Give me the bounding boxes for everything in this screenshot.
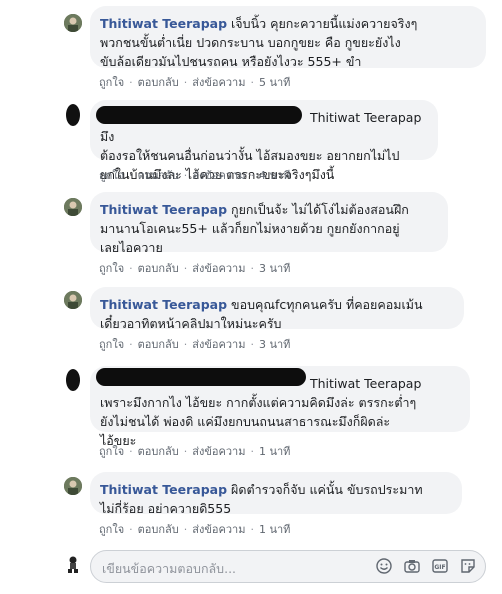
like-link[interactable]: ถูกใจ	[99, 523, 124, 536]
avatar[interactable]	[64, 477, 82, 495]
reply-placeholder: เขียนข้อความตอบกลับ...	[102, 561, 237, 576]
reply-link[interactable]: ตอบกลับ	[138, 338, 179, 351]
comment-actions: ถูกใจ · ตอบกลับ · ส่งข้อความ · 5 นาที	[99, 76, 291, 89]
avatar[interactable]	[64, 291, 82, 309]
like-link[interactable]: ถูกใจ	[99, 445, 124, 458]
avatar[interactable]	[66, 104, 80, 126]
timestamp[interactable]: 5 นาที	[259, 76, 290, 89]
comment-mention[interactable]: Thitiwat Teerapap	[310, 376, 421, 391]
timestamp[interactable]: 4 นาที	[259, 169, 290, 182]
composer-avatar	[64, 555, 82, 573]
comment-actions: ถูกใจ · ตอบกลับ · ส่งข้อความ · 1 นาที	[99, 445, 291, 458]
avatar[interactable]	[66, 369, 80, 391]
emoji-icon[interactable]	[376, 558, 392, 574]
like-link[interactable]: ถูกใจ	[99, 262, 124, 275]
comment-text: เดี๋ยวอาทิตหน้าคลิปมาใหม่นะครับ	[100, 316, 282, 331]
message-link[interactable]: ส่งข้อความ	[192, 262, 245, 275]
comment-actions: ถูกใจ · ตอบกลับ · ส่งข้อความ · 1 นาที	[99, 523, 291, 536]
comment-text: มานานโอเคนะ55+ แล้วก็ยกไม่หงายด้วย กูยกย…	[100, 221, 400, 236]
message-link[interactable]: ส่งข้อความ	[192, 169, 245, 182]
comment-text: ขอบคุณfcทุกคนครับ ที่คอยคอมเม้น	[231, 297, 423, 312]
reply-link[interactable]: ตอบกลับ	[138, 262, 179, 275]
svg-text:GIF: GIF	[434, 564, 445, 571]
reply-link[interactable]: ตอบกลับ	[138, 169, 179, 182]
like-link[interactable]: ถูกใจ	[99, 76, 124, 89]
comment-bubble: Thitiwat Teerapap กูยกเป็นจ้ะ ไม่ได้โง่ไ…	[90, 192, 448, 255]
timestamp[interactable]: 3 นาที	[259, 262, 290, 275]
avatar[interactable]	[64, 198, 82, 216]
comment-bubble: Thitiwat Teerapap เจ็บนิ้ว คุยกะควายนี้แ…	[90, 6, 486, 69]
comment-actions: ถูกใจ · ตอบกลับ · ส่งข้อความ · 3 นาที	[99, 338, 291, 351]
message-link[interactable]: ส่งข้อความ	[192, 445, 245, 458]
comment-text: กูยกเป็นจ้ะ ไม่ได้โง่ไม่ต้องสอนฝึก	[231, 202, 409, 217]
message-link[interactable]: ส่งข้อความ	[192, 338, 245, 351]
message-link[interactable]: ส่งข้อความ	[192, 523, 245, 536]
gif-icon[interactable]: GIF	[432, 558, 448, 574]
message-link[interactable]: ส่งข้อความ	[192, 76, 245, 89]
timestamp[interactable]: 1 นาที	[259, 523, 290, 536]
reply-link[interactable]: ตอบกลับ	[138, 76, 179, 89]
sticker-icon[interactable]	[460, 558, 476, 574]
comment-author[interactable]: Thitiwat Teerapap	[100, 297, 227, 312]
comment-author[interactable]: Thitiwat Teerapap	[100, 16, 227, 31]
avatar[interactable]	[64, 14, 82, 32]
like-link[interactable]: ถูกใจ	[99, 338, 124, 351]
comment-text: พวกชนขั้นต่ำเนี่ย ปวดกระบาน บอกกูขยะ คือ…	[100, 35, 401, 50]
comment-text: ต้องรอให้ชนคนอื่นก่อนว่างั้น ไอ้สมองขยะ …	[100, 148, 400, 163]
comment-mention[interactable]: Thitiwat Teerapap	[310, 110, 421, 125]
comment-text: เพราะมึงกากไง ไอ้ขยะ กากตั้งแต่ความคิดมึ…	[100, 395, 417, 410]
like-link[interactable]: ถูกใจ	[99, 169, 124, 182]
comment-actions: ถูกใจ · ตอบกลับ · ส่งข้อความ · 3 นาที	[99, 262, 291, 275]
redaction-bar	[96, 106, 302, 124]
comment-text: มึง	[100, 129, 115, 144]
comment-bubble: Thitiwat Teerapap ขอบคุณfcทุกคนครับ ที่ค…	[90, 287, 464, 331]
comment-text: ขับล้อเดียวมันไปชนรถคน หรือยังไงวะ 555+ …	[100, 54, 362, 69]
comment-author[interactable]: Thitiwat Teerapap	[100, 202, 227, 217]
timestamp[interactable]: 3 นาที	[259, 338, 290, 351]
comment-actions: ถูกใจ · ตอบกลับ · ส่งข้อความ · 4 นาที	[99, 169, 291, 182]
comment-text: เจ็บนิ้ว คุยกะควายนี้แม่งควายจริงๆ	[231, 16, 418, 31]
comment-text: ผิดตำรวจก็จับ แค่นั้น ขับรถประมาท	[231, 482, 423, 497]
comment-text: ไม่กี่ร้อย อย่าควายดิ555	[100, 501, 232, 516]
comment-author[interactable]: Thitiwat Teerapap	[100, 482, 227, 497]
reply-link[interactable]: ตอบกลับ	[138, 523, 179, 536]
comment-bubble: Thitiwat Teerapap ผิดตำรวจก็จับ แค่นั้น …	[90, 472, 462, 516]
redaction-bar	[96, 368, 306, 386]
comment-text: เลยไอควาย	[100, 240, 163, 255]
camera-icon[interactable]	[404, 558, 420, 574]
comment-text: ยังไม่ชนได้ พ่องดิ แค่มึงยกบนถนนสาธารณะม…	[100, 414, 391, 429]
timestamp[interactable]: 1 นาที	[259, 445, 290, 458]
reply-link[interactable]: ตอบกลับ	[138, 445, 179, 458]
